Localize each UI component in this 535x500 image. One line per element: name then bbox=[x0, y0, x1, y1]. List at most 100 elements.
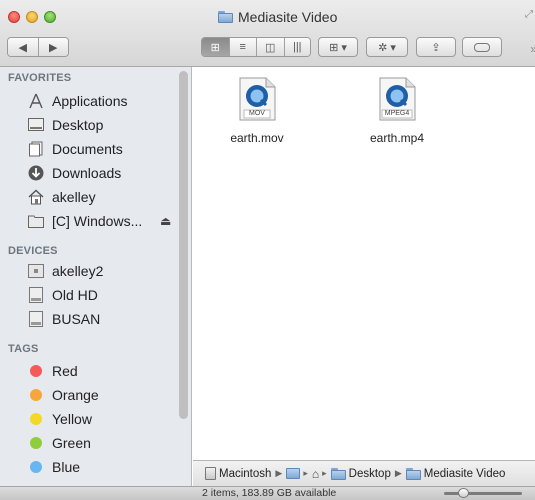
sidebar-item-downloads[interactable]: Downloads bbox=[0, 161, 182, 185]
sidebar-item-label: Desktop bbox=[52, 117, 104, 133]
path-item-label: Macintosh bbox=[219, 467, 272, 480]
desktop-icon bbox=[28, 117, 44, 133]
folder-icon bbox=[405, 467, 421, 480]
sidebar-item-tag-red[interactable]: Red bbox=[0, 359, 182, 383]
sidebar: FAVORITES Applications Desktop Documents… bbox=[0, 67, 192, 486]
tags-button[interactable] bbox=[462, 37, 502, 57]
sidebar-item-label: Red bbox=[52, 363, 78, 379]
path-item-macintosh[interactable]: Macintosh bbox=[205, 467, 271, 480]
file-type-badge: MPEG4 bbox=[384, 110, 410, 117]
icon-size-slider[interactable] bbox=[444, 492, 522, 495]
sidebar-item-documents[interactable]: Documents bbox=[0, 137, 182, 161]
sidebar-item-busan[interactable]: BUSAN bbox=[0, 307, 182, 331]
computer-icon bbox=[28, 263, 44, 279]
coverflow-view-button[interactable]: ||| bbox=[284, 38, 310, 56]
sidebar-item-tag-green[interactable]: Green bbox=[0, 431, 182, 455]
sidebar-item-label: Orange bbox=[52, 387, 99, 403]
status-text: 2 items, 183.89 GB available bbox=[202, 487, 337, 499]
documents-icon bbox=[28, 141, 44, 157]
folder-icon bbox=[330, 467, 346, 480]
sidebar-item-label: akelley2 bbox=[52, 263, 104, 279]
sidebar-item-tag-orange[interactable]: Orange bbox=[0, 383, 182, 407]
toolbar-overflow-icon[interactable]: » bbox=[530, 42, 535, 56]
finder-window: Mediasite Video ⤢ ◀ ▶ ⊞ ≡ ◫ ||| ⊞ ▾ ✲ ▾ … bbox=[0, 0, 535, 500]
blue-tag-dot-icon bbox=[28, 459, 44, 475]
action-gear-button[interactable]: ✲ ▾ bbox=[366, 37, 408, 57]
view-mode-control: ⊞ ≡ ◫ ||| bbox=[201, 37, 311, 57]
file-name: earth.mp4 bbox=[369, 131, 425, 145]
file-browser-area: MOV earth.mov MPEG4 earth.mp4 bbox=[193, 67, 535, 460]
downloads-icon bbox=[28, 165, 44, 181]
minimize-window-button[interactable] bbox=[26, 11, 38, 23]
sidebar-item-label: Documents bbox=[52, 141, 123, 157]
fullscreen-icon[interactable]: ⤢ bbox=[525, 9, 533, 20]
arrange-button[interactable]: ⊞ ▾ bbox=[318, 37, 358, 57]
path-item-desktop[interactable]: Desktop bbox=[330, 467, 391, 480]
titlebar: Mediasite Video ⤢ ◀ ▶ ⊞ ≡ ◫ ||| ⊞ ▾ ✲ ▾ … bbox=[0, 0, 535, 67]
home-icon: ⌂ bbox=[311, 466, 320, 481]
applications-icon bbox=[28, 93, 44, 109]
tags-header: TAGS bbox=[8, 343, 39, 355]
folder-icon bbox=[218, 11, 233, 23]
favorites-header: FAVORITES bbox=[8, 72, 72, 84]
path-item-users[interactable]: ▸ bbox=[286, 468, 308, 479]
quicktime-movie-icon: MPEG4 bbox=[378, 77, 416, 121]
icon-size-slider-knob[interactable] bbox=[458, 488, 469, 498]
users-folder-icon bbox=[286, 468, 301, 479]
path-item-label: Desktop bbox=[348, 467, 391, 480]
column-view-button[interactable]: ◫ bbox=[257, 38, 285, 56]
red-tag-dot-icon bbox=[28, 363, 44, 379]
path-item-mediasite-video[interactable]: Mediasite Video bbox=[405, 467, 506, 480]
tag-icon bbox=[474, 42, 490, 52]
share-button[interactable]: ⇪ bbox=[416, 37, 456, 57]
folder-icon bbox=[28, 213, 44, 229]
quicktime-movie-icon: MOV bbox=[238, 77, 276, 121]
sidebar-item-label: Yellow bbox=[52, 411, 92, 427]
sidebar-item-home[interactable]: akelley bbox=[0, 185, 182, 209]
sidebar-item-old-hd[interactable]: Old HD bbox=[0, 283, 182, 307]
sidebar-item-tag-yellow[interactable]: Yellow bbox=[0, 407, 182, 431]
forward-button[interactable]: ▶ bbox=[38, 38, 68, 56]
sidebar-item-label: Green bbox=[52, 435, 91, 451]
eject-icon[interactable]: ⏏ bbox=[160, 214, 171, 228]
path-item-home[interactable]: ⌂ ▸ bbox=[312, 467, 327, 481]
path-bar: Macintosh ▶ ▸ ⌂ ▸ Desktop ▶ Mediasite Vi… bbox=[193, 460, 535, 486]
window-title-text: Mediasite Video bbox=[238, 9, 338, 25]
list-view-button[interactable]: ≡ bbox=[229, 38, 257, 56]
sidebar-item-label: Blue bbox=[52, 459, 81, 475]
sidebar-item-applications[interactable]: Applications bbox=[0, 89, 182, 113]
path-dropdown-icon: ▸ bbox=[322, 468, 327, 478]
sidebar-item-windows-share[interactable]: [C] Windows... ⏏ bbox=[0, 209, 182, 233]
path-item-label: Mediasite Video bbox=[423, 467, 506, 480]
green-tag-dot-icon bbox=[28, 435, 44, 451]
sidebar-item-label: Applications bbox=[52, 93, 128, 109]
file-item-earth-mp4[interactable]: MPEG4 earth.mp4 bbox=[352, 77, 442, 145]
file-name: earth.mov bbox=[230, 131, 284, 145]
back-button[interactable]: ◀ bbox=[8, 38, 39, 56]
hard-drive-icon bbox=[28, 311, 44, 327]
orange-tag-dot-icon bbox=[28, 387, 44, 403]
sidebar-item-akelley2[interactable]: akelley2 bbox=[0, 259, 182, 283]
sidebar-item-tag-blue[interactable]: Blue bbox=[0, 455, 182, 479]
close-window-button[interactable] bbox=[8, 11, 20, 23]
window-title: Mediasite Video bbox=[218, 8, 337, 26]
sidebar-item-label: Old HD bbox=[52, 287, 98, 303]
hard-drive-icon bbox=[205, 467, 216, 480]
path-separator-icon: ▶ bbox=[275, 468, 283, 478]
file-type-badge: MOV bbox=[249, 110, 265, 117]
devices-header: DEVICES bbox=[8, 245, 58, 257]
status-bar: 2 items, 183.89 GB available bbox=[0, 486, 535, 500]
sidebar-item-label: Downloads bbox=[52, 165, 122, 181]
file-item-earth-mov[interactable]: MOV earth.mov bbox=[212, 77, 302, 145]
back-forward-control: ◀ ▶ bbox=[7, 37, 69, 57]
hard-drive-icon bbox=[28, 287, 44, 303]
sidebar-item-label: BUSAN bbox=[52, 311, 101, 327]
zoom-window-button[interactable] bbox=[44, 11, 56, 23]
sidebar-item-label: akelley bbox=[52, 189, 96, 205]
home-icon bbox=[28, 189, 44, 205]
icon-view-button[interactable]: ⊞ bbox=[202, 38, 230, 56]
sidebar-item-label: [C] Windows... bbox=[52, 213, 143, 229]
sidebar-scrollbar[interactable] bbox=[179, 71, 188, 419]
path-separator-icon: ▶ bbox=[394, 468, 402, 478]
sidebar-item-desktop[interactable]: Desktop bbox=[0, 113, 182, 137]
